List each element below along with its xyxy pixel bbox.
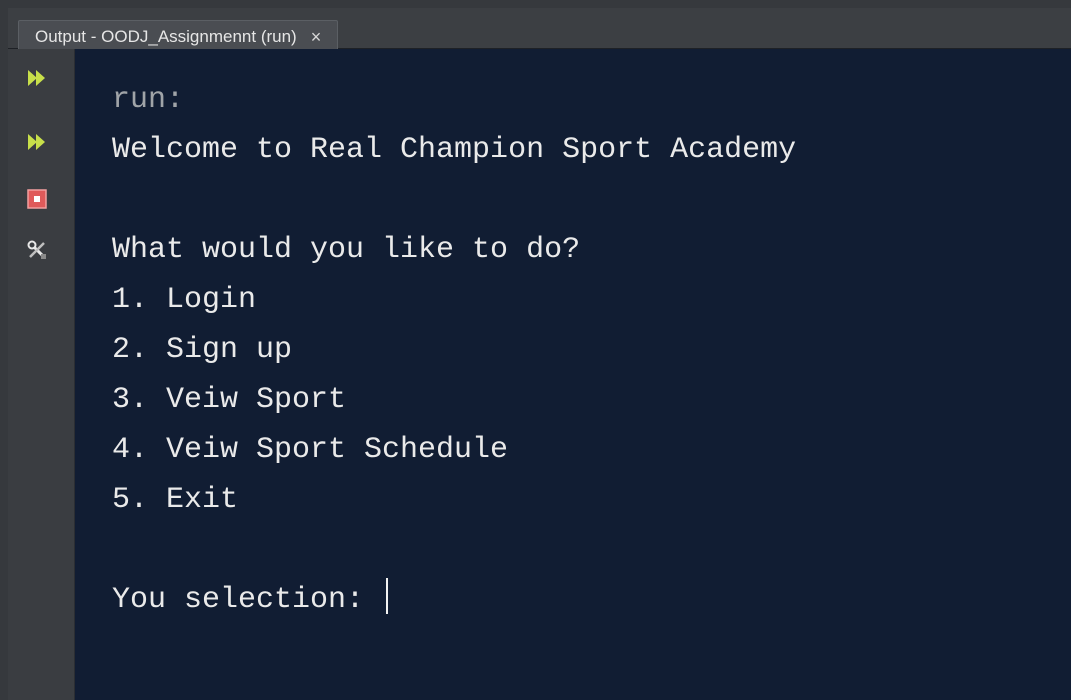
console-line-welcome: Welcome to Real Champion Sport Academy — [112, 133, 797, 167]
console-output[interactable]: run: Welcome to Real Champion Sport Acad… — [75, 49, 1071, 700]
close-icon[interactable]: × — [311, 28, 322, 46]
console-line-prompt: What would you like to do? — [112, 233, 581, 267]
output-toolbar — [8, 49, 75, 700]
rerun-button[interactable] — [26, 67, 48, 89]
console-text: run: Welcome to Real Champion Sport Acad… — [112, 75, 796, 625]
menu-option-signup: 2. Sign up — [112, 333, 293, 367]
stop-button[interactable] — [26, 188, 48, 210]
output-window: Output - OODJ_Assignmennt (run) × run: W… — [0, 0, 1071, 700]
menu-option-exit: 5. Exit — [112, 483, 239, 517]
settings-button[interactable] — [26, 239, 48, 261]
rerun-with-options-icon — [28, 134, 45, 150]
tab-output[interactable]: Output - OODJ_Assignmennt (run) × — [18, 20, 339, 52]
text-cursor[interactable] — [386, 578, 389, 614]
tab-bar: Output - OODJ_Assignmennt (run) × — [8, 8, 1071, 52]
rerun-with-options-button[interactable] — [26, 131, 48, 153]
menu-option-login: 1. Login — [112, 283, 257, 317]
menu-option-view-sport: 3. Veiw Sport — [112, 383, 347, 417]
settings-icon — [27, 240, 46, 259]
console-line-run: run: — [112, 83, 185, 117]
rerun-icon — [28, 70, 45, 86]
tab-title: Output - OODJ_Assignmennt (run) — [35, 26, 297, 46]
stop-icon — [27, 189, 47, 209]
selection-prompt: You selection: — [112, 583, 383, 617]
menu-option-view-schedule: 4. Veiw Sport Schedule — [112, 433, 509, 467]
